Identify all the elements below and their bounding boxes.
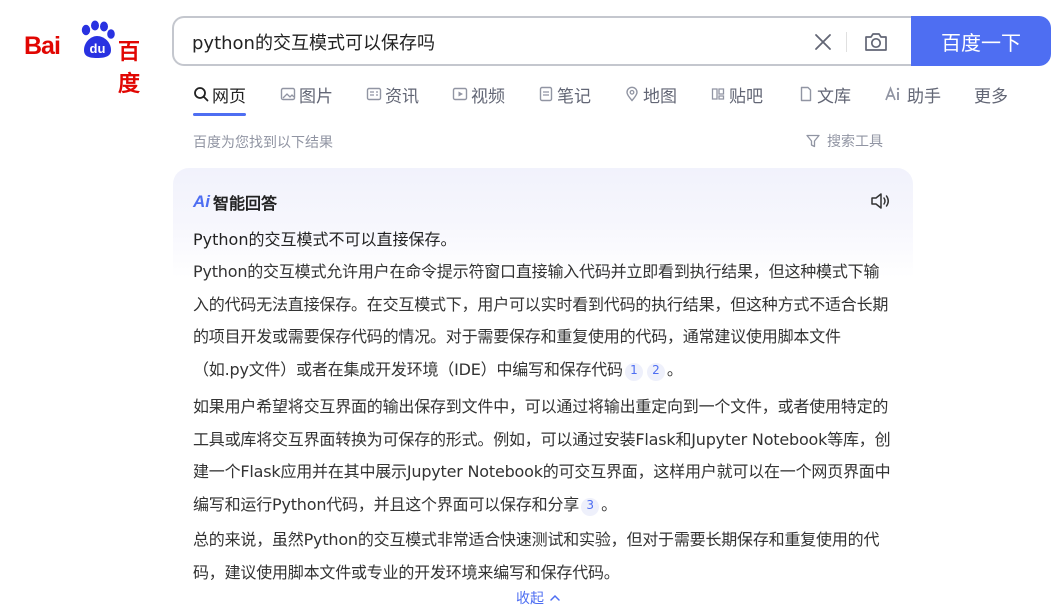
logo-text-baidu-cn: 百度 [118, 40, 140, 97]
collapse-button[interactable]: 收起 [516, 588, 561, 608]
speaker-icon[interactable] [869, 190, 891, 212]
search-button[interactable]: 百度一下 [911, 16, 1051, 66]
answer-paragraph-2: 如果用户希望将交互界面的输出保存到文件中，可以通过将输出重定向到一个文件，或者使… [193, 391, 895, 521]
answer-paragraph-1: Python的交互模式允许用户在命令提示符窗口直接输入代码并立即看到执行结果，但… [193, 256, 895, 386]
ai-answer-header: Ai 智能回答 [193, 190, 277, 214]
citation-badge[interactable]: 1 [624, 362, 643, 381]
filter-icon [806, 134, 820, 148]
paragraph-end: 。 [666, 359, 683, 379]
tab-label: 地图 [643, 86, 677, 107]
tab-web[interactable]: 网页 [193, 80, 246, 116]
tab-news[interactable]: 资讯 [366, 80, 419, 108]
paragraph-text: 如果用户希望将交互界面的输出保存到文件中，可以通过将输出重定向到一个文件，或者使… [193, 397, 891, 514]
search-tools-label: 搜索工具 [827, 134, 883, 150]
divider [846, 32, 847, 52]
tab-label: 更多 [974, 86, 1008, 107]
tab-assistant[interactable]: 助手 [884, 80, 941, 108]
map-pin-icon [626, 86, 638, 102]
tab-label: 助手 [907, 86, 941, 107]
baidu-logo[interactable]: Bai du 百度 [24, 18, 154, 97]
tab-video[interactable]: 视频 [452, 80, 505, 108]
logo-text-du: du [90, 41, 106, 56]
tab-label: 笔记 [557, 86, 591, 107]
close-icon[interactable] [810, 29, 836, 55]
ai-icon [885, 86, 900, 101]
tab-label: 视频 [471, 86, 505, 107]
tab-label: 文库 [817, 86, 851, 107]
tab-label: 资讯 [385, 86, 419, 107]
camera-icon[interactable] [862, 28, 890, 56]
paragraph-end: 。 [601, 494, 617, 514]
result-count-text: 百度为您找到以下结果 [193, 135, 333, 151]
search-box [172, 16, 912, 66]
tab-notes[interactable]: 笔记 [538, 80, 591, 108]
ai-answer-card: Ai 智能回答 Python的交互模式不可以直接保存。 Python的交互模式允… [173, 168, 913, 609]
search-tools-button[interactable]: 搜索工具 [805, 131, 883, 151]
tab-label: 网页 [212, 86, 246, 107]
citation-badge[interactable]: 3 [581, 497, 600, 516]
search-icon [194, 87, 209, 102]
tab-tieba[interactable]: 贴吧 [710, 80, 763, 108]
tieba-icon [711, 88, 725, 100]
ai-answer-summary: Python的交互模式不可以直接保存。 [193, 230, 457, 249]
tab-more[interactable]: 更多 [974, 80, 1008, 108]
news-icon [366, 87, 382, 101]
paw-icon: du [81, 20, 115, 58]
answer-paragraph-3: 总的来说，虽然Python的交互模式非常适合快速测试和实验，但对于需要长期保存和… [193, 530, 880, 582]
tab-label: 图片 [299, 86, 333, 107]
document-icon [800, 86, 812, 102]
chevron-up-icon [550, 594, 560, 601]
image-icon [280, 87, 296, 101]
search-input[interactable] [192, 29, 792, 55]
logo-text-bai: Bai [24, 32, 61, 60]
page: Bai du 百度 百度一下 网页 图片 [0, 0, 1064, 609]
ai-answer-title: 智能回答 [213, 194, 278, 213]
search-tabs: 网页 图片 资讯 视频 笔记 地图 贴吧 文库 助手 更多 [193, 80, 1008, 116]
citation-badge[interactable]: 2 [646, 362, 665, 381]
note-icon [539, 86, 553, 102]
collapse-label: 收起 [516, 591, 544, 607]
tab-label: 贴吧 [729, 86, 763, 107]
tab-images[interactable]: 图片 [280, 80, 333, 108]
tab-wenku[interactable]: 文库 [798, 80, 851, 108]
video-icon [452, 87, 468, 101]
paragraph-text: Python的交互模式允许用户在命令提示符窗口直接输入代码并立即看到执行结果，但… [193, 262, 889, 379]
ai-logo: Ai [193, 192, 210, 211]
tab-map[interactable]: 地图 [624, 80, 677, 108]
